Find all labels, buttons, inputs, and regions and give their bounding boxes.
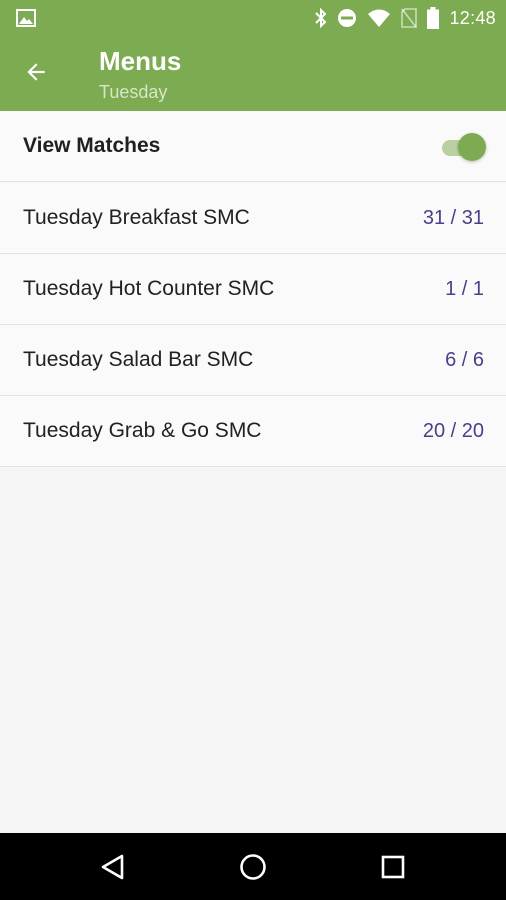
menu-name: Tuesday Grab & Go SMC — [23, 419, 262, 442]
menu-name: Tuesday Breakfast SMC — [23, 206, 250, 229]
status-bar: 12:48 — [0, 0, 506, 36]
arrow-back-icon — [27, 63, 45, 81]
menu-count: 6 / 6 — [445, 348, 484, 371]
menu-count: 20 / 20 — [422, 419, 484, 442]
menu-count: 31 / 31 — [422, 206, 484, 229]
menu-count: 1 / 1 — [445, 277, 484, 300]
bluetooth-icon — [315, 8, 327, 28]
home-circle-icon — [240, 854, 266, 880]
battery-icon — [427, 7, 440, 29]
image-icon — [16, 9, 36, 27]
no-sim-icon — [401, 8, 418, 28]
navigation-bar — [0, 833, 506, 900]
menu-row-salad-bar[interactable]: Tuesday Salad Bar SMC 6 / 6 — [0, 325, 506, 396]
nav-back-button[interactable] — [93, 847, 133, 887]
recents-square-icon — [381, 855, 405, 879]
menu-name: Tuesday Salad Bar SMC — [23, 348, 254, 371]
nav-recents-button[interactable] — [373, 847, 413, 887]
view-matches-row[interactable]: View Matches — [0, 111, 506, 182]
wifi-icon — [368, 9, 391, 27]
view-matches-switch[interactable] — [440, 132, 486, 162]
menu-row-breakfast[interactable]: Tuesday Breakfast SMC 31 / 31 — [0, 183, 506, 254]
app-bar: Menus Tuesday — [0, 36, 506, 111]
back-triangle-icon — [101, 854, 124, 880]
page-title: Menus — [99, 46, 182, 76]
menu-row-hot-counter[interactable]: Tuesday Hot Counter SMC 1 / 1 — [0, 254, 506, 325]
back-button[interactable] — [18, 54, 54, 90]
do-not-disturb-icon — [338, 9, 357, 27]
switch-thumb — [458, 133, 486, 161]
menu-row-grab-and-go[interactable]: Tuesday Grab & Go SMC 20 / 20 — [0, 396, 506, 467]
view-matches-label: View Matches — [23, 134, 161, 157]
status-time: 12:48 — [449, 7, 496, 28]
nav-home-button[interactable] — [233, 847, 273, 887]
page-subtitle: Tuesday — [99, 82, 168, 102]
menu-name: Tuesday Hot Counter SMC — [23, 277, 275, 300]
